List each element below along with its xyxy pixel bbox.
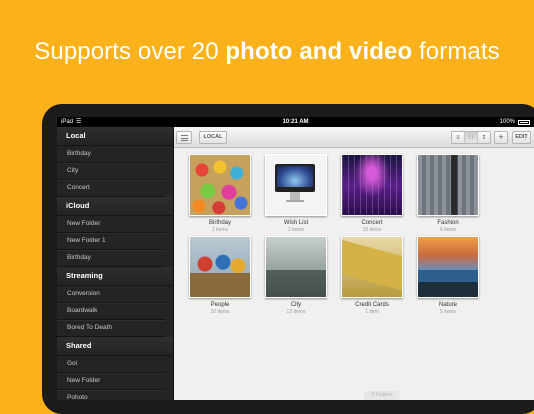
- people-photo-icon: [189, 236, 251, 298]
- album-tile[interactable]: Fashion 6 items: [412, 154, 484, 233]
- sidebar-item[interactable]: Concert: [57, 180, 165, 197]
- sidebar-section-icloud[interactable]: iCloud: [57, 197, 173, 216]
- imac-base: [286, 200, 304, 202]
- album-name: Wish List: [283, 220, 309, 226]
- imac-screen: [275, 164, 315, 192]
- balloons-photo-icon: [189, 154, 251, 216]
- status-bar: iPad ☰ 10:21 AM 100%: [57, 117, 534, 127]
- headline-part2: formats: [412, 38, 500, 65]
- nature-photo-icon: [417, 236, 479, 298]
- imac-photo-icon: [265, 154, 327, 216]
- battery-icon: [518, 119, 530, 125]
- album-tile[interactable]: Wish List 2 items: [260, 154, 332, 233]
- headline-bold: photo and video: [225, 38, 413, 65]
- album-name: Credit Cards: [355, 302, 389, 308]
- sort-icon[interactable]: ⇕: [478, 132, 490, 143]
- album-count: 5 items: [439, 309, 457, 315]
- sidebar-item[interactable]: Boardwalk: [57, 303, 165, 320]
- city-photo-icon: [265, 236, 327, 298]
- sidebar-item[interactable]: City: [57, 163, 165, 180]
- album-count: 2 items: [287, 227, 305, 233]
- concert-photo-icon: [341, 154, 403, 216]
- menu-icon-line: [180, 140, 188, 141]
- album-name: Birthday: [208, 220, 231, 226]
- headline: Supports over 20 photo and video formats: [0, 38, 534, 66]
- album-count: 12 items: [286, 309, 306, 315]
- sidebar-item[interactable]: New Folder: [57, 373, 165, 390]
- local-button[interactable]: LOCAL: [199, 131, 227, 144]
- album-count: 1 item: [365, 309, 379, 315]
- menu-icon: [180, 135, 188, 136]
- sidebar-section-streaming[interactable]: Streaming: [57, 267, 173, 286]
- sidebar-section-local[interactable]: Local: [57, 127, 173, 146]
- sidebar-section-shared[interactable]: Shared: [57, 337, 173, 356]
- imac-stand: [290, 192, 300, 200]
- grid-view-icon[interactable]: ∷: [465, 132, 478, 143]
- headline-part1: Supports over 20: [34, 38, 226, 65]
- view-toggle: ≡ ∷ ⇕: [451, 131, 491, 144]
- toolbar: LOCAL ≡ ∷ ⇕ + EDIT: [174, 127, 534, 148]
- folder-count-footer: 8 Folders: [364, 391, 400, 400]
- album-count: 10 items: [362, 227, 382, 233]
- album-count: 10 items: [210, 309, 230, 315]
- ipad-screen: iPad ☰ 10:21 AM 100% Local Birthday City…: [57, 117, 534, 400]
- fashion-photo-icon: [417, 154, 479, 216]
- album-name: City: [290, 302, 302, 308]
- sidebar-item[interactable]: New Folder: [57, 216, 165, 233]
- edit-button[interactable]: EDIT: [512, 131, 531, 144]
- album-tile[interactable]: Nature 5 items: [412, 236, 484, 315]
- sidebar-item[interactable]: Pohoto: [57, 390, 165, 400]
- sidebar-item[interactable]: New Folder 1: [57, 233, 165, 250]
- album-tile[interactable]: People 10 items: [184, 236, 256, 315]
- album-count: 6 items: [439, 227, 457, 233]
- add-button[interactable]: +: [494, 131, 508, 144]
- sidebar-item[interactable]: Conversion: [57, 286, 165, 303]
- album-tile[interactable]: Concert 10 items: [336, 154, 408, 233]
- clock: 10:21 AM: [282, 119, 309, 125]
- sidebar-item[interactable]: Birthday: [57, 250, 165, 267]
- sidebar: Local Birthday City Concert iCloud New F…: [57, 127, 173, 400]
- album-tile[interactable]: Credit Cards 1 item: [336, 236, 408, 315]
- menu-icon-line: [180, 137, 188, 139]
- album-tile[interactable]: City 12 items: [260, 236, 332, 315]
- main-content: LOCAL ≡ ∷ ⇕ + EDIT Birthday 2 items Wish…: [173, 127, 534, 400]
- sidebar-item[interactable]: Birthday: [57, 146, 165, 163]
- sidebar-item[interactable]: Bored To Death: [57, 320, 165, 337]
- album-name: Fashion: [437, 220, 459, 226]
- album-name: People: [210, 302, 230, 308]
- album-name: Nature: [438, 302, 457, 308]
- album-name: Concert: [361, 220, 383, 226]
- album-count: 2 items: [211, 227, 229, 233]
- menu-button[interactable]: [176, 131, 192, 144]
- battery-percent: 100%: [499, 119, 515, 125]
- album-tile[interactable]: Birthday 2 items: [184, 154, 256, 233]
- list-view-icon[interactable]: ≡: [452, 132, 465, 143]
- credit-cards-photo-icon: [341, 236, 403, 298]
- sidebar-item[interactable]: Goi: [57, 356, 165, 373]
